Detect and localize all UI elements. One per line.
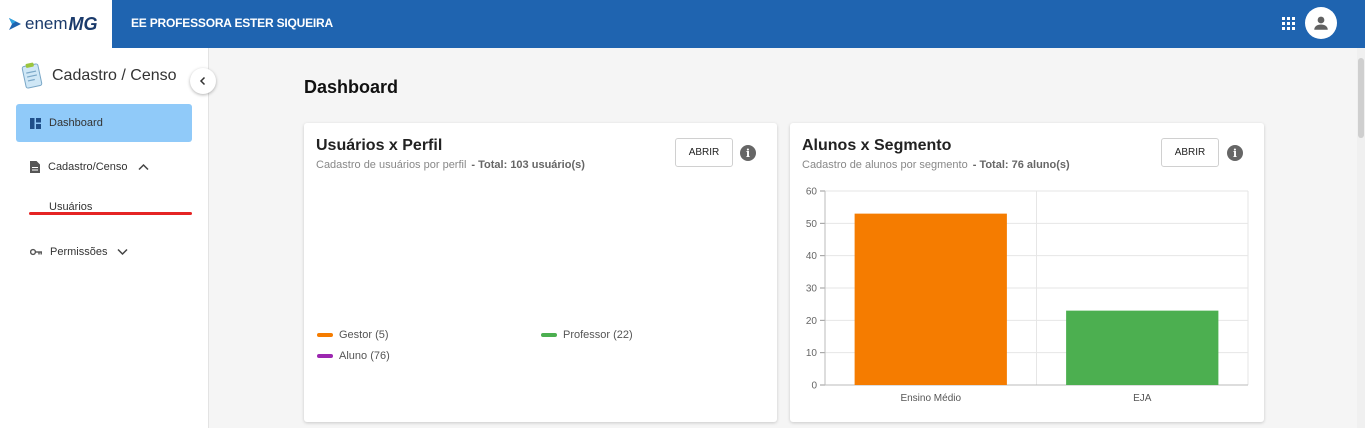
school-name: EE PROFESSORA ESTER SIQUEIRA (131, 16, 333, 30)
person-icon (1314, 16, 1328, 30)
card-usuarios-perfil: Usuários x Perfil Cadastro de usuários p… (304, 123, 777, 422)
sidebar-item-dashboard[interactable]: Dashboard (16, 104, 192, 142)
chevron-down-icon (117, 248, 128, 256)
sidebar-item-label: Cadastro/Censo (48, 161, 128, 173)
y-tick-label: 20 (806, 316, 818, 327)
y-tick-label: 60 (806, 187, 818, 198)
legend-label: Professor (22) (563, 329, 633, 341)
y-tick-label: 0 (811, 381, 817, 392)
card-title: Usuários x Perfil (316, 137, 443, 154)
clipboard-icon (21, 62, 43, 89)
x-tick-label: Ensino Médio (900, 393, 961, 404)
legend-item-professor[interactable]: Professor (22) (541, 329, 633, 341)
bar (1066, 310, 1219, 385)
dashboard-icon (30, 117, 41, 129)
logo-text: enem (25, 14, 68, 33)
card-subtitle-text: Cadastro de usuários por perfil (316, 159, 467, 171)
sidebar-item-label: Permissões (50, 246, 108, 258)
y-tick-label: 30 (806, 284, 818, 295)
page-title: Dashboard (304, 77, 399, 97)
document-icon (30, 161, 40, 173)
legend-item-gestor[interactable]: Gestor (5) (317, 329, 389, 341)
apps-grid-icon[interactable] (1282, 17, 1295, 30)
chevron-up-icon (137, 163, 149, 171)
card-alunos-segmento: Alunos x Segmento Cadastro de alunos por… (790, 123, 1264, 422)
key-icon (30, 248, 42, 256)
bar (854, 213, 1007, 385)
enem-mg-logo[interactable]: enem MG (0, 0, 112, 48)
chevron-left-icon (199, 76, 206, 86)
highlight-underline (29, 212, 192, 215)
legend-swatch (317, 333, 333, 337)
sidebar-title: Cadastro / Censo (52, 67, 177, 84)
sidebar-item-cadastro-censo[interactable]: Cadastro/Censo (16, 152, 192, 182)
y-tick-label: 10 (806, 348, 818, 359)
bar-chart: 0 10 20 30 40 50 60 Ensino Médio EJA (806, 187, 1249, 404)
scrollbar-thumb[interactable] (1358, 58, 1364, 138)
open-button[interactable]: ABRIR (675, 138, 733, 167)
collapse-sidebar-button[interactable] (190, 68, 216, 94)
user-avatar[interactable] (1305, 7, 1337, 39)
x-tick-label: EJA (1133, 393, 1152, 404)
y-tick-label: 40 (806, 251, 818, 262)
legend-swatch (317, 354, 333, 358)
sidebar-header: Cadastro / Censo (20, 62, 177, 90)
legend-swatch (541, 333, 557, 337)
top-bar: enem MG EE PROFESSORA ESTER SIQUEIRA (0, 0, 1365, 48)
card-total: - Total: 103 usuário(s) (471, 159, 585, 171)
info-icon[interactable]: i (740, 145, 756, 161)
sidebar-item-permissoes[interactable]: Permissões (16, 237, 192, 267)
legend-item-aluno[interactable]: Aluno (76) (317, 350, 390, 362)
logo-arrow-icon (9, 18, 21, 30)
y-tick-label: 50 (806, 219, 818, 230)
card-subtitle: Cadastro de usuários por perfil - Total: … (316, 159, 585, 171)
legend-label: Aluno (76) (339, 350, 390, 362)
sidebar-item-label: Dashboard (49, 117, 103, 129)
sidebar: Cadastro / Censo Dashboard Cadastro/Cens… (0, 48, 216, 428)
logo-text-bold: MG (68, 13, 98, 34)
page-scrollbar[interactable] (1357, 48, 1365, 428)
legend-label: Gestor (5) (339, 329, 389, 341)
